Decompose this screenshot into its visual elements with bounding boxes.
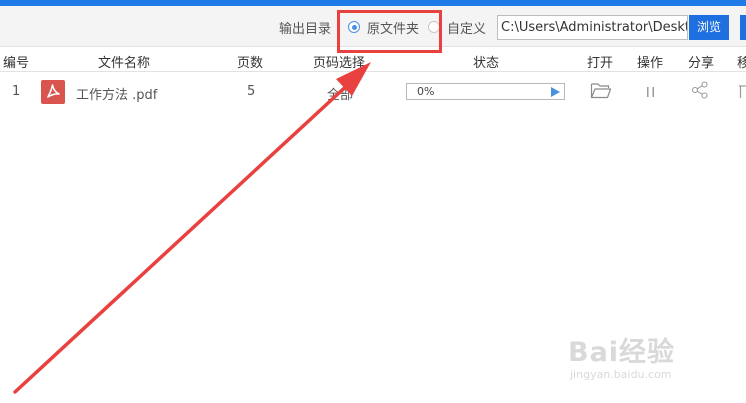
radio-original-folder-label[interactable]: 原文件夹	[367, 18, 419, 37]
progress-text: 0%	[417, 85, 435, 98]
table-header: 编号 文件名称 页数 页码选择 状态 打开 操作 分享 移	[0, 47, 746, 72]
watermark-url: jingyan.baidu.com	[570, 368, 672, 381]
share-icon[interactable]	[691, 81, 709, 103]
baidu-watermark: Bai经验 jingyan.baidu.com	[568, 330, 708, 382]
status-progress-bar: 0%	[406, 83, 565, 100]
row-page-select[interactable]: 全部	[327, 84, 353, 103]
folder-open-icon[interactable]	[590, 81, 612, 103]
output-directory-label: 输出目录	[279, 22, 332, 37]
header-pages: 页数	[237, 56, 264, 71]
header-remove: 移	[737, 56, 746, 71]
header-operate: 操作	[637, 56, 664, 71]
table-row[interactable]: 1 工作方法 .pdf 5 全部 0%	[0, 72, 746, 110]
header-open: 打开	[587, 56, 614, 71]
clipped-toolbar-button[interactable]	[740, 15, 746, 40]
watermark-brand: Bai经验	[568, 337, 676, 368]
header-filename: 文件名称	[98, 56, 151, 71]
header-index: 编号	[3, 56, 30, 71]
radio-custom-folder-label[interactable]: 自定义	[447, 18, 486, 37]
output-path-input[interactable]: C:\Users\Administrator\Desktop	[497, 15, 688, 40]
browse-button[interactable]: 浏览	[689, 15, 729, 40]
radio-custom-folder[interactable]	[428, 21, 440, 33]
header-status: 状态	[473, 56, 500, 71]
play-icon[interactable]	[551, 87, 560, 97]
output-toolbar: 输出目录 原文件夹 自定义 C:\Users\Administrator\Des…	[0, 6, 746, 47]
header-share: 分享	[688, 56, 715, 71]
radio-original-folder[interactable]	[348, 21, 360, 33]
pause-icon[interactable]	[645, 84, 657, 103]
pdf-file-icon	[41, 80, 65, 104]
header-page-select: 页码选择	[313, 56, 366, 71]
row-index: 1	[12, 84, 21, 99]
trash-icon[interactable]	[739, 82, 746, 104]
row-pages: 5	[247, 84, 256, 99]
row-filename: 工作方法 .pdf	[76, 88, 158, 103]
